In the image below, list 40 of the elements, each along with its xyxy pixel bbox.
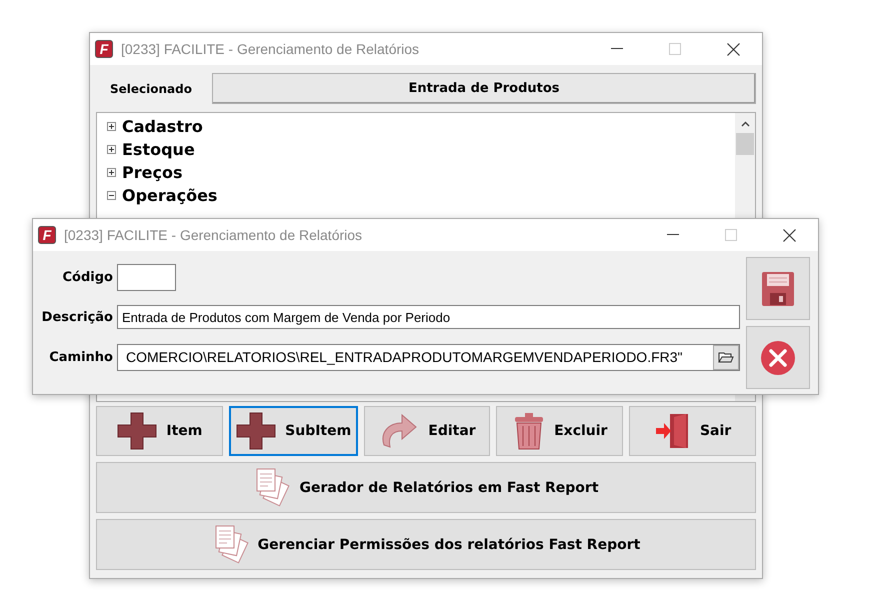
tree-item[interactable]: Preços [122, 163, 182, 182]
window-title: [0233] FACILITE - Gerenciamento de Relatórios [121, 41, 420, 57]
minimize-icon[interactable] [611, 48, 623, 50]
toolbar-button[interactable]: Editar [364, 406, 490, 456]
app-logo: F [38, 226, 56, 244]
report-button[interactable]: Gerenciar Permissões dos relatórios Fast Report [96, 519, 756, 570]
toolbar-button[interactable]: Excluir [496, 406, 624, 456]
cross-icon [235, 411, 278, 451]
path-field[interactable]: COMERCIO\RELATORIOS\REL_ENTRADAPRODUTOMARGEMVENDAPERIODO.FR3" [117, 344, 740, 370]
cross-icon [116, 411, 158, 451]
selected-label: Selecionado [109, 82, 193, 96]
close-icon[interactable] [727, 42, 740, 56]
minimize-icon[interactable] [667, 234, 679, 236]
save-button[interactable] [746, 257, 810, 320]
browse-button[interactable] [713, 344, 739, 370]
expand-icon[interactable] [107, 145, 116, 154]
collapse-icon[interactable] [107, 191, 116, 200]
report-button[interactable]: Gerador de Relatórios em Fast Report [96, 462, 756, 513]
expand-icon[interactable] [107, 122, 116, 131]
field-label: Código [62, 270, 113, 284]
tree-item[interactable]: Cadastro [122, 117, 203, 136]
tree-item[interactable]: Estoque [122, 140, 195, 159]
selected-item-button[interactable]: Entrada de Produtos [212, 73, 756, 104]
description-field[interactable]: Entrada de Produtos com Margem de Venda por Periodo [117, 305, 740, 329]
field-label: Caminho [48, 350, 113, 364]
cancel-button[interactable] [746, 326, 810, 389]
toolbar-button[interactable]: Item [96, 406, 223, 456]
toolbar-button[interactable]: SubItem [228, 406, 358, 456]
app-logo: F [95, 40, 113, 58]
window-title: [0233] FACILITE - Gerenciamento de Relatórios [64, 227, 364, 243]
folder-icon [718, 350, 734, 364]
expand-icon[interactable] [107, 168, 116, 177]
scroll-up-icon[interactable] [740, 121, 750, 127]
close-icon[interactable] [783, 228, 796, 242]
field-label: Descrição [40, 310, 113, 324]
cancel-icon [760, 340, 796, 376]
scrollbar-thumb[interactable] [736, 133, 754, 155]
code-field[interactable] [117, 264, 176, 290]
toolbar-button[interactable]: Sair [629, 406, 756, 456]
tree-item[interactable]: Operações [122, 186, 218, 205]
